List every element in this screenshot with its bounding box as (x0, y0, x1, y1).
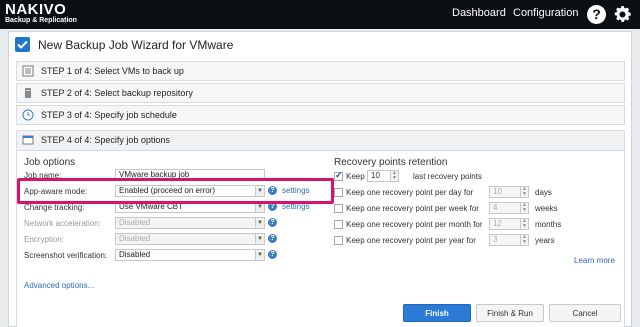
keep-monthly-checkbox[interactable] (334, 220, 343, 229)
keep-monthly-stepper[interactable]: 12 ▲ ▼ (489, 218, 529, 230)
step-4-header[interactable]: STEP 4 of 4: Specify job options (17, 131, 624, 151)
chevron-down-icon: ▼ (255, 218, 264, 228)
annotation-highlight-box (17, 178, 334, 204)
step-1-header[interactable]: STEP 1 of 4: Select VMs to back up (16, 61, 625, 81)
keep-daily-unit: days (535, 188, 552, 197)
help-icon[interactable]: ? (268, 234, 277, 243)
repository-icon (25, 88, 31, 98)
advanced-options-link[interactable]: Advanced options... (24, 281, 94, 290)
keep-yearly-unit: years (535, 236, 555, 245)
keep-label: Keep (346, 172, 365, 181)
screenshot-verification-label: Screenshot verification: (24, 251, 108, 260)
help-icon[interactable]: ? (268, 218, 277, 227)
gear-icon[interactable] (612, 4, 633, 25)
keep-weekly-unit: weeks (535, 204, 558, 213)
keep-monthly-value: 12 (493, 219, 502, 228)
chevron-down-icon: ▼ (255, 234, 264, 244)
wizard-title: New Backup Job Wizard for VMware (38, 38, 234, 52)
keep-yearly-value: 3 (493, 235, 498, 244)
clock-icon (22, 109, 34, 121)
step-4-panel: STEP 4 of 4: Specify job options (16, 130, 625, 327)
network-accel-value: Disabled (119, 218, 151, 227)
retention-title: Recovery points retention (334, 157, 448, 168)
nav-configuration[interactable]: Configuration (513, 7, 578, 19)
network-accel-select[interactable]: Disabled ▼ (115, 217, 265, 229)
keep-yearly-label: Keep one recovery point per year for (346, 236, 476, 245)
spin-arrows-icon[interactable]: ▲ ▼ (520, 219, 528, 229)
network-accel-label: Network acceleration: (24, 219, 101, 228)
keep-monthly-label: Keep one recovery point per month for (346, 220, 483, 229)
keep-weekly-stepper[interactable]: 4 ▲ ▼ (489, 202, 529, 214)
finish-and-run-button[interactable]: Finish & Run (476, 304, 544, 322)
nakivo-logo[interactable]: NAKIVO Backup & Replication (5, 2, 77, 25)
step-2-label: STEP 2 of 4: Select backup repository (41, 88, 193, 98)
keep-last-suffix: last recovery points (413, 172, 482, 181)
keep-monthly-unit: months (535, 220, 562, 229)
help-icon[interactable]: ? (268, 250, 277, 259)
logo-main-text: NAKIVO (5, 1, 67, 18)
spin-arrows-icon[interactable]: ▲ ▼ (520, 203, 528, 213)
spin-arrows-icon[interactable]: ▲ ▼ (520, 187, 528, 197)
keep-yearly-stepper[interactable]: 3 ▲ ▼ (489, 234, 529, 246)
step-3-header[interactable]: STEP 3 of 4: Specify job schedule (16, 105, 625, 125)
keep-last-stepper[interactable]: 10 ▲ ▼ (367, 170, 399, 182)
keep-daily-label: Keep one recovery point per day for (346, 188, 474, 197)
step-2-header[interactable]: STEP 2 of 4: Select backup repository (16, 83, 625, 103)
help-icon[interactable]: ? (587, 5, 606, 24)
spin-arrows-icon[interactable]: ▲ ▼ (520, 235, 528, 245)
chevron-down-icon: ▼ (255, 250, 264, 260)
keep-daily-value: 10 (493, 187, 502, 196)
nav-dashboard[interactable]: Dashboard (452, 7, 506, 19)
screenshot-verification-select[interactable]: Disabled ▼ (115, 249, 265, 261)
encryption-label: Encryption: (24, 235, 65, 244)
keep-last-checkbox[interactable] (334, 170, 343, 181)
finish-button[interactable]: Finish (403, 304, 471, 322)
step-1-label: STEP 1 of 4: Select VMs to back up (41, 66, 184, 76)
keep-yearly-checkbox[interactable] (334, 236, 343, 245)
change-tracking-label: Change tracking: (24, 203, 85, 212)
logo-sub-text: Backup & Replication (5, 17, 77, 24)
wizard-header: New Backup Job Wizard for VMware (9, 32, 631, 59)
encryption-select[interactable]: Disabled ▼ (115, 233, 265, 245)
job-options-title: Job options (24, 157, 76, 168)
wizard-check-icon (15, 37, 30, 52)
keep-daily-checkbox[interactable] (334, 188, 343, 197)
vm-list-icon (22, 65, 34, 77)
options-icon (22, 135, 34, 145)
step-3-label: STEP 3 of 4: Specify job schedule (41, 110, 177, 120)
keep-weekly-value: 4 (493, 203, 498, 212)
top-bar: NAKIVO Backup & Replication Dashboard Co… (0, 0, 640, 29)
learn-more-link[interactable]: Learn more (574, 256, 615, 265)
cancel-button[interactable]: Cancel (549, 304, 621, 322)
encryption-value: Disabled (119, 234, 151, 243)
keep-weekly-label: Keep one recovery point per week for (346, 204, 479, 213)
keep-daily-stepper[interactable]: 10 ▲ ▼ (489, 186, 529, 198)
keep-last-value: 10 (371, 171, 380, 180)
spin-arrows-icon[interactable]: ▲ ▼ (390, 171, 398, 181)
keep-weekly-checkbox[interactable] (334, 204, 343, 213)
screenshot-verification-value: Disabled (119, 250, 151, 259)
step-4-label: STEP 4 of 4: Specify job options (41, 135, 170, 145)
